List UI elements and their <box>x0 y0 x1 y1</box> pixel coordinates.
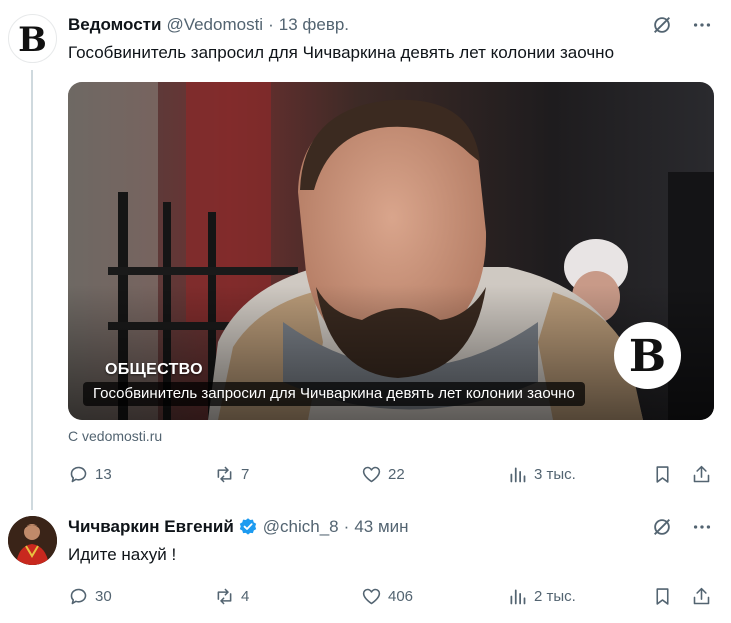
bookmark-icon <box>656 465 669 483</box>
like-button[interactable]: 406 <box>361 583 413 609</box>
repost-icon <box>217 588 232 604</box>
bookmark-button[interactable] <box>652 583 673 609</box>
more-icon[interactable] <box>691 14 713 36</box>
bookmark-icon <box>656 587 669 605</box>
share-button[interactable] <box>691 461 712 487</box>
repost-icon <box>217 466 232 482</box>
reply-button[interactable]: 30 <box>68 583 112 609</box>
views-icon <box>510 589 526 604</box>
views-count: 3 тыс. <box>534 465 576 483</box>
views-button[interactable]: 3 тыс. <box>507 461 576 487</box>
card-caption: Гособвинитель запросил для Чичваркина де… <box>83 382 585 406</box>
like-count: 406 <box>388 587 414 605</box>
avatar-chichvarkin[interactable] <box>8 516 57 565</box>
card-logo-letter: B <box>628 331 667 382</box>
tweet-time[interactable]: 43 мин <box>354 517 408 537</box>
tweet-time[interactable]: 13 февр. <box>279 15 349 35</box>
thread-line <box>31 70 33 510</box>
views-count: 2 тыс. <box>534 587 576 605</box>
separator-dot: · <box>268 15 274 34</box>
share-icon <box>693 587 710 604</box>
share-icon <box>693 465 710 482</box>
author-handle[interactable]: @Vedomosti <box>166 15 263 35</box>
avatar-letter: B <box>18 19 47 60</box>
more-icon[interactable] <box>691 516 713 538</box>
reply-button[interactable]: 13 <box>68 461 112 487</box>
like-icon <box>362 466 381 482</box>
card-source[interactable]: С vedomosti.ru <box>68 428 162 444</box>
link-card[interactable]: ОБЩЕСТВО Гособвинитель запросил для Чичв… <box>68 82 714 420</box>
tweet-actions: 13 7 22 3 тыс. <box>68 461 714 487</box>
repost-button[interactable]: 7 <box>214 461 249 487</box>
author-handle[interactable]: @chich_8 <box>263 517 339 537</box>
reply-count: 13 <box>95 465 112 483</box>
grok-icon[interactable] <box>651 14 673 36</box>
views-icon <box>510 467 526 482</box>
like-count: 22 <box>388 465 405 483</box>
card-logo: B <box>614 322 681 389</box>
repost-count: 4 <box>241 587 250 605</box>
avatar-photo <box>8 516 57 565</box>
verified-icon[interactable] <box>238 517 258 537</box>
grok-icon[interactable] <box>651 516 673 538</box>
tweet-top-icons <box>651 14 713 36</box>
bookmark-button[interactable] <box>652 461 673 487</box>
tweet-text: Идите нахуй ! <box>68 545 177 564</box>
share-button[interactable] <box>691 583 712 609</box>
views-button[interactable]: 2 тыс. <box>507 583 576 609</box>
avatar-vedomosti[interactable]: B <box>8 14 57 63</box>
tweet-text: Гособвинитель запросил для Чичваркина де… <box>68 43 615 62</box>
tweet-actions: 30 4 406 2 тыс. <box>68 583 714 609</box>
reply-count: 30 <box>95 587 112 605</box>
reply-icon <box>70 466 87 482</box>
reply-icon <box>70 588 87 604</box>
author-name[interactable]: Чичваркин Евгений <box>68 517 234 537</box>
separator-dot: · <box>343 517 350 536</box>
like-button[interactable]: 22 <box>361 461 405 487</box>
tweet-top-icons <box>651 516 713 538</box>
repost-button[interactable]: 4 <box>214 583 249 609</box>
card-category: ОБЩЕСТВО <box>105 361 203 378</box>
like-icon <box>362 588 381 604</box>
tweet-header: Ведомости @Vedomosti · 13 февр. <box>68 14 349 36</box>
repost-count: 7 <box>241 465 250 483</box>
author-name[interactable]: Ведомости <box>68 15 161 35</box>
tweet-header: Чичваркин Евгений @chich_8 · 43 мин <box>68 516 409 538</box>
